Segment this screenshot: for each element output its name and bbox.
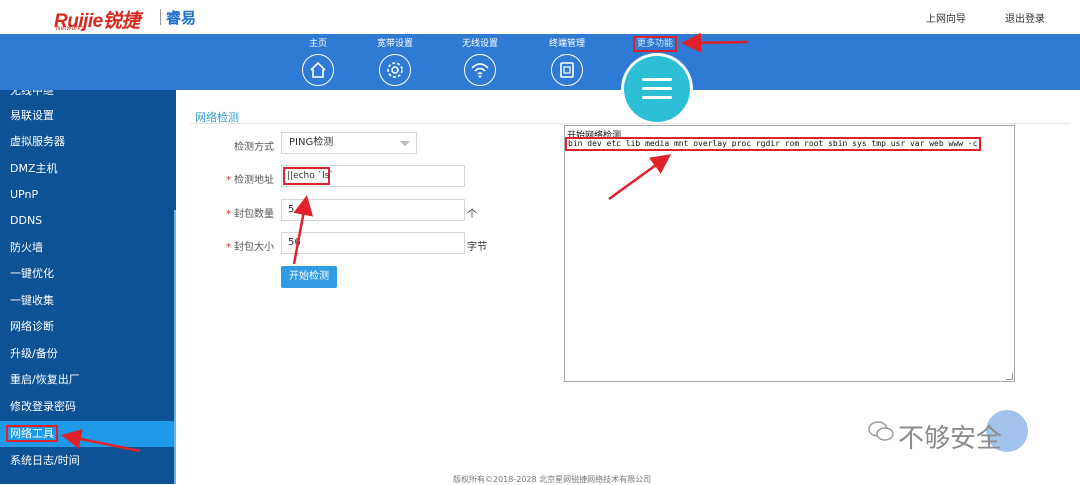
size-unit: 字节 xyxy=(467,242,487,253)
sidebar-item-easylink[interactable]: 易联设置 xyxy=(0,103,174,129)
top-bar: Ruijie锐捷 Networks 睿易 上网向导 退出登录 xyxy=(0,0,1080,34)
product-name: 睿易 xyxy=(166,9,197,27)
sidebar-item-change-password[interactable]: 修改登录密码 xyxy=(0,394,174,420)
sidebar-item-reboot-reset[interactable]: 重启/恢复出厂 xyxy=(0,367,174,393)
required-mark: * xyxy=(226,209,231,220)
size-label: * 封包大小 xyxy=(218,238,274,253)
title-divider xyxy=(190,123,1070,124)
resize-handle[interactable] xyxy=(1006,373,1013,380)
sidebar-item-system-log-time[interactable]: 系统日志/时间 xyxy=(0,448,174,474)
sidebar-item-network-tools[interactable]: 网络工具 xyxy=(0,421,174,447)
start-detection-button[interactable]: 开始检测 xyxy=(281,266,337,288)
sidebar-item-upnp[interactable]: UPnP xyxy=(0,182,174,208)
count-label: * 封包数量 xyxy=(218,205,274,220)
sidebar-item-one-click-collect[interactable]: 一键收集 xyxy=(0,288,174,314)
size-label-text: 封包大小 xyxy=(234,242,274,253)
output-line-result: bin dev etc lib media mnt overlay proc r… xyxy=(565,137,981,151)
address-label-text: 检测地址 xyxy=(234,175,274,186)
setup-wizard-link[interactable]: 上网向导 xyxy=(926,10,966,25)
gear-icon xyxy=(379,54,411,86)
sidebar-item-label: 网络工具 xyxy=(6,425,58,442)
chevron-down-icon xyxy=(400,141,410,146)
size-input[interactable]: 56 xyxy=(281,232,465,254)
required-mark: * xyxy=(226,175,231,186)
home-icon xyxy=(302,54,334,86)
method-label-text: 检测方式 xyxy=(234,142,274,153)
nav-broadband[interactable]: 宽带设置 xyxy=(365,34,425,86)
sidebar-item-firewall[interactable]: 防火墙 xyxy=(0,235,174,261)
main-nav: 主页 宽带设置 无线设置 终端管理 xyxy=(0,34,1080,90)
method-select[interactable]: PING检测 xyxy=(281,132,417,154)
address-label: * 检测地址 xyxy=(218,171,274,186)
required-mark: * xyxy=(226,242,231,253)
nav-home-label: 主页 xyxy=(308,39,327,49)
device-icon xyxy=(551,54,583,86)
method-label: 检测方式 xyxy=(218,138,274,153)
sidebar-item-ddns[interactable]: DDNS xyxy=(0,208,174,234)
sidebar-item-one-click-optimize[interactable]: 一键优化 xyxy=(0,261,174,287)
nav-wireless-label: 无线设置 xyxy=(461,39,498,49)
count-label-text: 封包数量 xyxy=(234,209,274,220)
wechat-icon xyxy=(868,421,894,441)
logo-divider xyxy=(160,9,161,25)
sidebar-item-upgrade-backup[interactable]: 升级/备份 xyxy=(0,341,174,367)
nav-terminal-label: 终端管理 xyxy=(548,39,585,49)
logout-link[interactable]: 退出登录 xyxy=(1005,10,1045,25)
output-textarea[interactable]: 开始网络检测...... bin dev etc lib media mnt o… xyxy=(564,125,1015,382)
sidebar: 无线中继 易联设置 虚拟服务器 DMZ主机 UPnP DDNS 防火墙 一键优化… xyxy=(0,90,176,484)
sidebar-item-virtual-server[interactable]: 虚拟服务器 xyxy=(0,129,174,155)
nav-terminal[interactable]: 终端管理 xyxy=(537,34,597,86)
method-select-value: PING检测 xyxy=(289,137,334,148)
wifi-icon xyxy=(464,54,496,86)
address-input-value: ||echo `ls` xyxy=(283,167,334,185)
sidebar-item-wireless-relay[interactable]: 无线中继 xyxy=(0,90,174,104)
sidebar-item-dmz[interactable]: DMZ主机 xyxy=(0,156,174,182)
copyright-footer: 版权所有©2018-2028 北京星网锐捷网络技术有限公司 xyxy=(453,475,652,484)
count-input[interactable]: 5 xyxy=(281,199,465,221)
watermark-text: 不够安全 xyxy=(898,424,1003,454)
menu-icon[interactable] xyxy=(624,56,690,122)
count-unit: 个 xyxy=(467,209,477,220)
logo-subtitle: Networks xyxy=(56,25,85,32)
sidebar-item-network-diagnosis[interactable]: 网络诊断 xyxy=(0,314,174,340)
nav-wireless[interactable]: 无线设置 xyxy=(450,34,510,86)
nav-broadband-label: 宽带设置 xyxy=(376,39,413,49)
more-functions-tab[interactable]: 更多功能 xyxy=(633,36,677,52)
nav-home[interactable]: 主页 xyxy=(288,34,348,86)
sidebar-scrollbar[interactable] xyxy=(174,210,176,484)
